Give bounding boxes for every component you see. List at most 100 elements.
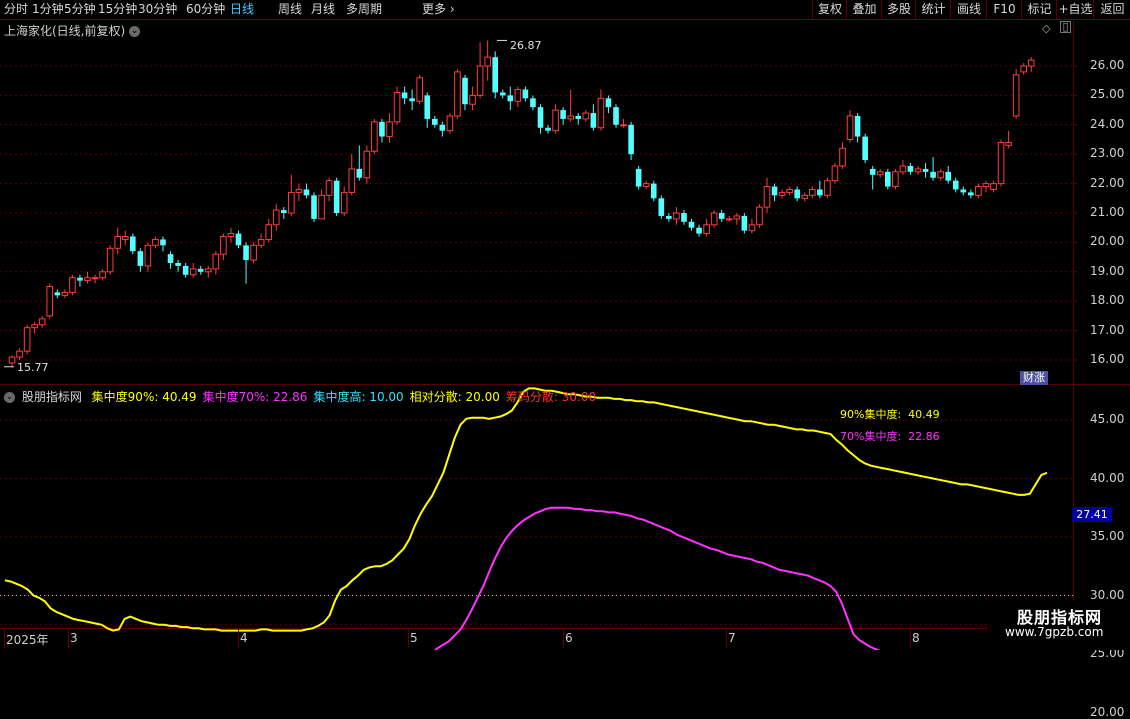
candle[interactable] xyxy=(650,180,657,202)
candle[interactable] xyxy=(227,227,235,243)
candle[interactable] xyxy=(990,180,997,193)
candle[interactable] xyxy=(930,157,936,181)
candle[interactable] xyxy=(620,118,627,128)
candle[interactable] xyxy=(748,218,756,234)
candle[interactable] xyxy=(658,195,665,219)
candle[interactable] xyxy=(243,242,249,284)
candle[interactable] xyxy=(348,154,356,196)
candle[interactable] xyxy=(907,163,914,175)
candle[interactable] xyxy=(545,124,551,134)
candle[interactable] xyxy=(590,104,597,131)
candle[interactable] xyxy=(968,189,974,199)
candle[interactable] xyxy=(424,92,431,128)
candle[interactable] xyxy=(914,165,922,175)
candle[interactable] xyxy=(69,274,76,296)
candle[interactable] xyxy=(778,189,786,199)
candle[interactable] xyxy=(824,177,831,199)
candle[interactable] xyxy=(476,42,484,99)
candle[interactable] xyxy=(982,180,990,193)
candle[interactable] xyxy=(106,245,114,275)
candlestick-series[interactable] xyxy=(4,39,1035,368)
candle[interactable] xyxy=(250,242,257,263)
toolbar-button-0[interactable]: 复权 xyxy=(812,0,847,19)
candle[interactable] xyxy=(409,89,415,111)
candle[interactable] xyxy=(710,210,718,228)
candle[interactable] xyxy=(205,265,212,278)
chevron-down-icon[interactable]: ⌄ xyxy=(4,392,15,403)
candle[interactable] xyxy=(84,271,91,284)
candle[interactable] xyxy=(318,189,325,220)
candle[interactable] xyxy=(575,113,582,125)
candle[interactable] xyxy=(31,321,38,334)
candle[interactable] xyxy=(960,186,967,196)
candle[interactable] xyxy=(379,118,385,143)
toolbar-button-2[interactable]: 多股 xyxy=(881,0,916,19)
toolbar-button-1[interactable]: 叠加 xyxy=(846,0,882,19)
candle[interactable] xyxy=(454,68,461,119)
candle[interactable] xyxy=(144,242,152,272)
candle[interactable] xyxy=(801,192,809,202)
candle[interactable] xyxy=(854,113,861,143)
period-9[interactable]: 多周期 xyxy=(346,2,382,17)
candle[interactable] xyxy=(462,74,468,111)
candle[interactable] xyxy=(567,89,575,122)
candle[interactable] xyxy=(288,174,295,216)
candle[interactable] xyxy=(257,233,265,249)
candle[interactable] xyxy=(499,89,506,99)
candle[interactable] xyxy=(642,180,650,190)
indicator-name[interactable]: 股朋指标网 xyxy=(22,390,82,404)
candle[interactable] xyxy=(582,110,590,122)
candle[interactable] xyxy=(1005,130,1012,149)
candle[interactable] xyxy=(212,251,220,275)
candle[interactable] xyxy=(137,248,144,272)
candle[interactable] xyxy=(937,168,944,181)
candle[interactable] xyxy=(975,183,982,199)
toolbar-button-8[interactable]: 返回 xyxy=(1093,0,1130,19)
candle[interactable] xyxy=(876,168,884,178)
candle[interactable] xyxy=(197,265,204,275)
candle[interactable] xyxy=(1012,68,1020,119)
toolbar-button-6[interactable]: 标记 xyxy=(1021,0,1057,19)
candle[interactable] xyxy=(333,177,340,216)
candle[interactable] xyxy=(846,110,854,143)
chevron-down-icon[interactable]: ⌄ xyxy=(129,26,141,37)
candle[interactable] xyxy=(718,210,725,222)
candle[interactable] xyxy=(77,274,83,287)
diamond-icon[interactable]: ◇ xyxy=(1042,22,1050,35)
period-7[interactable]: 周线 xyxy=(278,2,302,17)
candle[interactable] xyxy=(91,274,99,284)
toolbar-button-4[interactable]: 画线 xyxy=(950,0,987,19)
candle[interactable] xyxy=(733,213,741,225)
candle[interactable] xyxy=(725,215,733,222)
candle[interactable] xyxy=(771,183,778,202)
candle[interactable] xyxy=(552,104,559,134)
candle[interactable] xyxy=(1027,57,1035,72)
toolbar-button-3[interactable]: 统计 xyxy=(915,0,951,19)
toolbar-button-5[interactable]: F10 xyxy=(986,0,1022,19)
candle[interactable] xyxy=(507,86,514,111)
candle[interactable] xyxy=(220,233,227,261)
candle[interactable] xyxy=(175,260,181,272)
candle[interactable] xyxy=(130,233,136,255)
candle[interactable] xyxy=(8,355,16,367)
candle[interactable] xyxy=(839,142,846,169)
candle[interactable] xyxy=(831,163,839,184)
candle[interactable] xyxy=(265,218,272,243)
period-5[interactable]: 60分钟 xyxy=(186,2,225,17)
candle[interactable] xyxy=(673,207,680,225)
candle[interactable] xyxy=(152,236,159,249)
candle[interactable] xyxy=(1020,63,1028,75)
candle[interactable] xyxy=(439,121,446,137)
candle[interactable] xyxy=(952,177,959,193)
candle[interactable] xyxy=(23,324,31,355)
candle[interactable] xyxy=(114,227,122,255)
candle[interactable] xyxy=(922,163,929,178)
candle[interactable] xyxy=(469,86,476,111)
candle[interactable] xyxy=(869,165,876,190)
candle[interactable] xyxy=(386,113,393,143)
candle[interactable] xyxy=(756,204,763,228)
period-0[interactable]: 分时 xyxy=(4,2,28,17)
candle[interactable] xyxy=(613,104,619,128)
candle[interactable] xyxy=(703,218,710,237)
period-3[interactable]: 15分钟 xyxy=(98,2,137,17)
